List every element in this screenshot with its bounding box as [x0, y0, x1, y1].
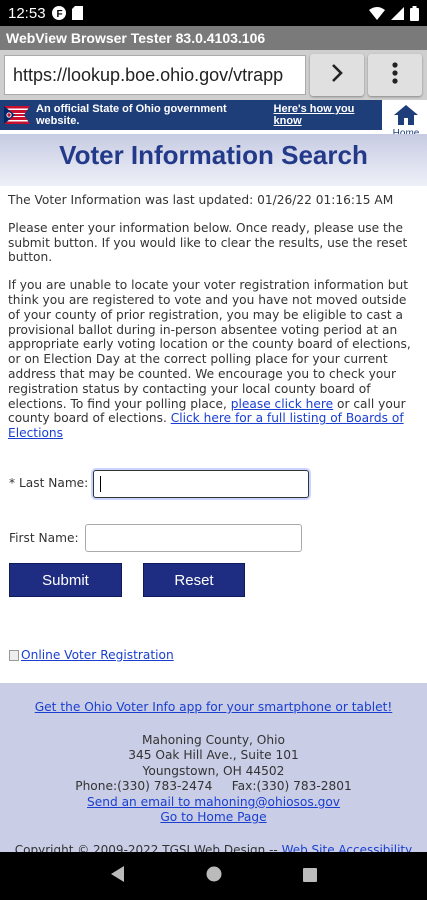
back-icon[interactable] — [110, 866, 125, 886]
battery-icon — [410, 5, 419, 21]
first-name-label: First Name: — [9, 531, 79, 545]
last-name-label: * Last Name: — [9, 476, 89, 490]
page-title: Voter Information Search — [59, 140, 368, 170]
recents-icon[interactable] — [302, 867, 317, 886]
sd-card-icon — [71, 6, 83, 20]
url-input[interactable]: https://lookup.boe.ohio.gov/vtrapp — [4, 55, 306, 95]
go-button[interactable] — [310, 54, 364, 96]
status-time: 12:53 — [8, 4, 46, 22]
status-bar: 12:53 F — [0, 0, 427, 26]
info-text-part1: If you are unable to locate your voter r… — [8, 278, 411, 411]
text-caret — [100, 476, 101, 492]
how-you-know-link[interactable]: Here's how you know — [274, 103, 382, 127]
svg-text:F: F — [56, 9, 62, 20]
more-vert-icon — [392, 62, 398, 88]
app-title-bar: WebView Browser Tester 83.0.4103.106 — [0, 26, 427, 50]
overflow-menu-button[interactable] — [368, 54, 422, 96]
online-voter-registration-link[interactable]: Online Voter Registration — [9, 648, 174, 662]
last-name-input[interactable] — [93, 470, 309, 498]
official-site-text: An official State of Ohio government web… — [36, 103, 227, 127]
city-address: Youngstown, OH 44502 — [142, 763, 285, 778]
app-title: WebView Browser Tester 83.0.4103.106 — [6, 30, 266, 46]
provisional-ballot-info: If you are unable to locate your voter r… — [8, 278, 413, 441]
voter-app-link[interactable]: Get the Ohio Voter Info app for your sma… — [35, 700, 393, 714]
wifi-icon — [369, 6, 385, 20]
home-icon — [393, 104, 419, 130]
notification-f-icon: F — [51, 6, 66, 20]
online-voter-registration-text: Online Voter Registration — [21, 648, 174, 662]
home-page-link[interactable]: Go to Home Page — [160, 810, 266, 824]
broken-image-icon — [9, 649, 19, 661]
signal-icon — [391, 6, 404, 20]
reset-button[interactable]: Reset — [143, 563, 245, 597]
polling-place-link[interactable]: please click here — [231, 397, 333, 411]
official-site-banner: An official State of Ohio government web… — [0, 100, 382, 130]
navigation-bar — [0, 852, 427, 900]
url-toolbar: https://lookup.boe.ohio.gov/vtrapp — [0, 50, 427, 100]
ohio-flag-icon — [4, 106, 30, 124]
first-name-input[interactable] — [85, 524, 302, 552]
footer: Get the Ohio Voter Info app for your sma… — [0, 683, 427, 857]
submit-button[interactable]: Submit — [9, 563, 122, 597]
street-address: 345 Oak Hill Ave., Suite 101 — [128, 748, 299, 763]
email-link[interactable]: Send an email to mahoning@ohiosos.gov — [87, 795, 340, 809]
county-name: Mahoning County, Ohio — [142, 733, 285, 747]
phone-fax: Phone:(330) 783-2474 Fax:(330) 783-2801 — [75, 779, 352, 794]
last-updated-text: The Voter Information was last updated: … — [8, 193, 394, 207]
instructions-text: Please enter your information below. Onc… — [8, 220, 408, 265]
chevron-right-icon — [330, 63, 344, 87]
info-content: The Voter Information was last updated: … — [8, 193, 413, 454]
home-circle-icon[interactable] — [206, 866, 222, 886]
